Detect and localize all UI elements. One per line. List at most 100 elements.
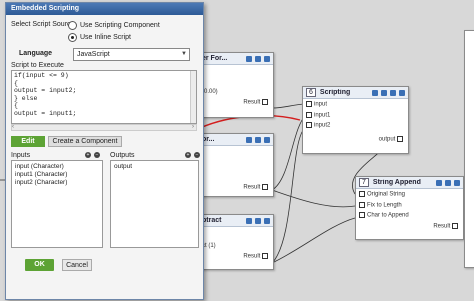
- copy-icon[interactable]: [255, 55, 261, 62]
- list-icon[interactable]: [246, 55, 252, 62]
- input-row[interactable]: Char to Append: [356, 210, 463, 221]
- node-output[interactable]: Result: [356, 221, 463, 232]
- add-input-icon[interactable]: +: [85, 152, 91, 158]
- input-port[interactable]: [306, 111, 312, 118]
- output-label: Result: [243, 253, 261, 260]
- node-header[interactable]: 6 Scripting: [303, 87, 408, 99]
- node-header[interactable]: btract: [199, 215, 273, 227]
- output-port[interactable]: [262, 253, 268, 259]
- output-port[interactable]: [262, 99, 268, 105]
- output-label: output: [378, 136, 396, 143]
- outputs-list[interactable]: output: [110, 160, 199, 248]
- vertical-scrollbar[interactable]: [190, 71, 196, 123]
- node-row: (0.00): [202, 89, 218, 95]
- source-label: Select Script Source: [11, 21, 75, 28]
- input-row[interactable]: Original String: [356, 189, 463, 200]
- copy-icon[interactable]: [255, 136, 261, 143]
- list-item[interactable]: input1 (Character): [15, 171, 99, 179]
- embedded-scripting-dialog: Embedded Scripting Select Script Source …: [5, 2, 204, 300]
- radio-inline-script[interactable]: Use Inline Script: [68, 33, 131, 42]
- trash-icon[interactable]: [399, 89, 405, 96]
- list-icon[interactable]: [246, 217, 252, 224]
- create-component-button[interactable]: Create a Component: [48, 136, 122, 147]
- input-label: Fix to Length: [367, 202, 402, 209]
- node-output[interactable]: output: [303, 134, 408, 145]
- node-title: or...: [202, 136, 215, 143]
- node-scripting[interactable]: 6 Scripting input input1 input2 output: [302, 86, 409, 154]
- input-row[interactable]: input2: [303, 120, 408, 131]
- list-item[interactable]: input (Character): [15, 163, 99, 171]
- chevron-down-icon: ▼: [181, 51, 187, 57]
- ok-button[interactable]: OK: [25, 259, 54, 271]
- input-port[interactable]: [306, 122, 312, 129]
- node-partial-top[interactable]: er For... (0.00) Result: [198, 52, 274, 118]
- language-value: JavaScript: [77, 51, 110, 58]
- cancel-button[interactable]: Cancel: [62, 259, 92, 271]
- output-label: Result: [243, 184, 261, 191]
- scroll-left-icon[interactable]: ‹: [12, 124, 14, 130]
- radio-scripting-component[interactable]: Use Scripting Component: [68, 21, 160, 30]
- output-label: Result: [433, 223, 451, 230]
- language-select[interactable]: JavaScript ▼: [73, 48, 190, 61]
- list-icon[interactable]: [381, 89, 387, 96]
- output-label: Result: [243, 99, 261, 106]
- trash-icon[interactable]: [264, 55, 270, 62]
- list-icon[interactable]: [436, 179, 442, 186]
- node-title: Scripting: [319, 89, 351, 96]
- output-port[interactable]: [397, 135, 403, 142]
- node-partial-right[interactable]: [464, 30, 474, 268]
- input-port[interactable]: [359, 191, 365, 197]
- output-port[interactable]: [452, 222, 458, 229]
- trash-icon[interactable]: [264, 136, 270, 143]
- list-icon[interactable]: [246, 136, 252, 143]
- dialog-title: Embedded Scripting: [6, 3, 203, 15]
- script-label: Script to Execute: [11, 62, 64, 69]
- node-number: 7: [359, 178, 369, 187]
- input-row[interactable]: Fix to Length: [356, 200, 463, 211]
- list-item[interactable]: output: [114, 163, 195, 171]
- node-title: er For...: [202, 55, 228, 62]
- input-row[interactable]: input: [303, 99, 408, 110]
- node-number: 6: [306, 88, 316, 97]
- radio-dot-selected[interactable]: [68, 33, 77, 42]
- node-string-append[interactable]: 7 String Append Original String Fix to L…: [355, 176, 464, 240]
- node-output[interactable]: Result: [199, 97, 273, 108]
- remove-input-icon[interactable]: −: [94, 152, 100, 158]
- radio-dot[interactable]: [68, 21, 77, 30]
- node-output[interactable]: Result: [199, 182, 273, 193]
- trash-icon[interactable]: [454, 179, 460, 186]
- node-partial-bot[interactable]: btract ct (1) Result: [198, 214, 274, 270]
- trash-icon[interactable]: [264, 217, 270, 224]
- input-label: input2: [314, 122, 331, 129]
- edit-button[interactable]: Edit: [11, 136, 45, 147]
- node-title: String Append: [372, 179, 421, 186]
- remove-output-icon[interactable]: −: [194, 152, 200, 158]
- output-port[interactable]: [262, 184, 268, 190]
- copy-icon[interactable]: [390, 89, 396, 96]
- copy-icon[interactable]: [445, 179, 451, 186]
- copy-icon[interactable]: [255, 217, 261, 224]
- list-item[interactable]: input2 (Character): [15, 179, 99, 187]
- inputs-label: Inputs: [11, 152, 31, 159]
- node-partial-mid[interactable]: or... Result: [198, 133, 274, 197]
- horizontal-scrollbar[interactable]: ‹ ›: [11, 124, 197, 131]
- script-line: output = input1;: [14, 109, 77, 117]
- node-header[interactable]: 7 String Append: [356, 177, 463, 189]
- script-editor[interactable]: if(input <= 9) { output = input2; } else…: [11, 70, 197, 124]
- inputs-list[interactable]: input (Character) input1 (Character) inp…: [11, 160, 103, 248]
- node-output[interactable]: Result: [199, 251, 273, 262]
- radio-label: Use Scripting Component: [80, 22, 160, 29]
- script-line: output = input2;: [14, 87, 77, 95]
- node-header[interactable]: er For...: [199, 53, 273, 65]
- edit-icon[interactable]: [372, 89, 378, 96]
- input-port[interactable]: [359, 201, 365, 208]
- input-port[interactable]: [306, 101, 312, 107]
- scroll-right-icon[interactable]: ›: [192, 124, 194, 130]
- input-row[interactable]: input1: [303, 110, 408, 121]
- input-port[interactable]: [359, 212, 365, 219]
- language-label: Language: [19, 50, 53, 57]
- node-header[interactable]: or...: [199, 134, 273, 146]
- input-label: input1: [314, 112, 331, 119]
- script-line: {: [14, 102, 18, 110]
- add-output-icon[interactable]: +: [185, 152, 191, 158]
